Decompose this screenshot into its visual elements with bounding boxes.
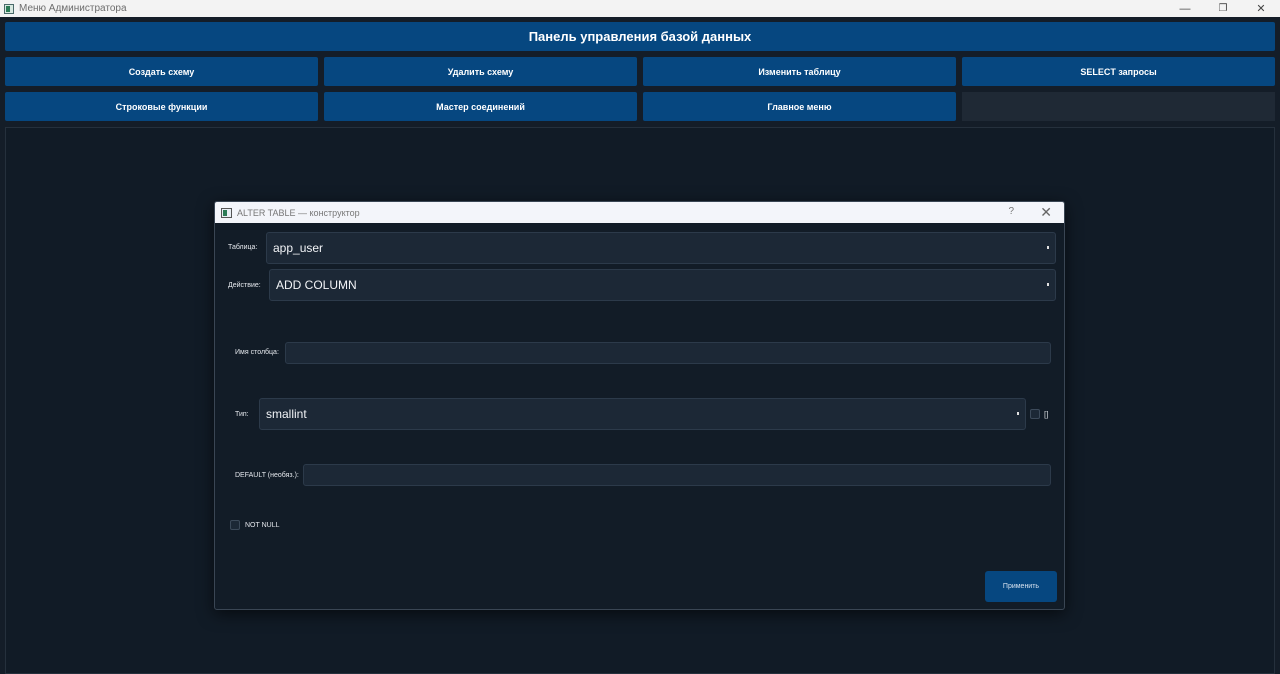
help-icon[interactable]: ? bbox=[1008, 206, 1014, 217]
table-label: Таблица: bbox=[228, 244, 258, 251]
action-label: Действие: bbox=[228, 282, 261, 289]
action-select[interactable]: ADD COLUMN bbox=[269, 269, 1056, 301]
restore-icon[interactable]: ❐ bbox=[1204, 0, 1242, 17]
select-queries-button[interactable]: SELECT запросы bbox=[962, 57, 1275, 86]
alter-table-button[interactable]: Изменить таблицу bbox=[643, 57, 956, 86]
dialog-titlebar: ALTER TABLE — конструктор ? ✕ bbox=[215, 202, 1064, 223]
chevron-down-icon bbox=[1047, 283, 1049, 286]
create-schema-button[interactable]: Создать схему bbox=[5, 57, 318, 86]
column-name-input[interactable] bbox=[285, 342, 1051, 364]
string-functions-button[interactable]: Строковые функции bbox=[5, 92, 318, 121]
column-name-label: Имя столбца: bbox=[235, 349, 279, 356]
window-controls: — ❐ ✕ bbox=[1166, 0, 1280, 17]
window-title: Меню Администратора bbox=[19, 3, 127, 14]
type-select-value: smallint bbox=[266, 407, 307, 421]
default-label: DEFAULT (необяз.): bbox=[235, 472, 299, 479]
alter-table-dialog: ALTER TABLE — конструктор ? ✕ Таблица: a… bbox=[214, 201, 1065, 610]
chevron-down-icon bbox=[1017, 412, 1019, 415]
action-select-value: ADD COLUMN bbox=[276, 278, 357, 292]
window-titlebar: Меню Администратора — ❐ ✕ bbox=[0, 0, 1280, 17]
minimize-icon[interactable]: — bbox=[1166, 0, 1204, 17]
dialog-app-icon bbox=[221, 207, 232, 218]
dialog-title: ALTER TABLE — конструктор bbox=[237, 207, 360, 218]
app-icon bbox=[4, 3, 14, 14]
close-icon[interactable]: ✕ bbox=[1242, 0, 1280, 17]
nav-empty-cell bbox=[962, 92, 1275, 121]
type-select[interactable]: smallint bbox=[259, 398, 1026, 430]
table-select-value: app_user bbox=[273, 241, 324, 255]
page-title: Панель управления базой данных bbox=[5, 22, 1275, 51]
chevron-down-icon bbox=[1047, 246, 1049, 249]
join-wizard-button[interactable]: Мастер соединений bbox=[324, 92, 637, 121]
dialog-close-icon[interactable]: ✕ bbox=[1040, 204, 1052, 221]
array-type-label: [] bbox=[1044, 410, 1049, 419]
not-null-checkbox[interactable] bbox=[230, 520, 240, 530]
type-label: Тип: bbox=[235, 411, 249, 418]
apply-button[interactable]: Применить bbox=[985, 571, 1057, 602]
main-menu-button[interactable]: Главное меню bbox=[643, 92, 956, 121]
table-select[interactable]: app_user bbox=[266, 232, 1056, 264]
delete-schema-button[interactable]: Удалить схему bbox=[324, 57, 637, 86]
not-null-label: NOT NULL bbox=[245, 522, 280, 529]
default-input[interactable] bbox=[303, 464, 1051, 486]
array-type-checkbox[interactable] bbox=[1030, 409, 1040, 419]
